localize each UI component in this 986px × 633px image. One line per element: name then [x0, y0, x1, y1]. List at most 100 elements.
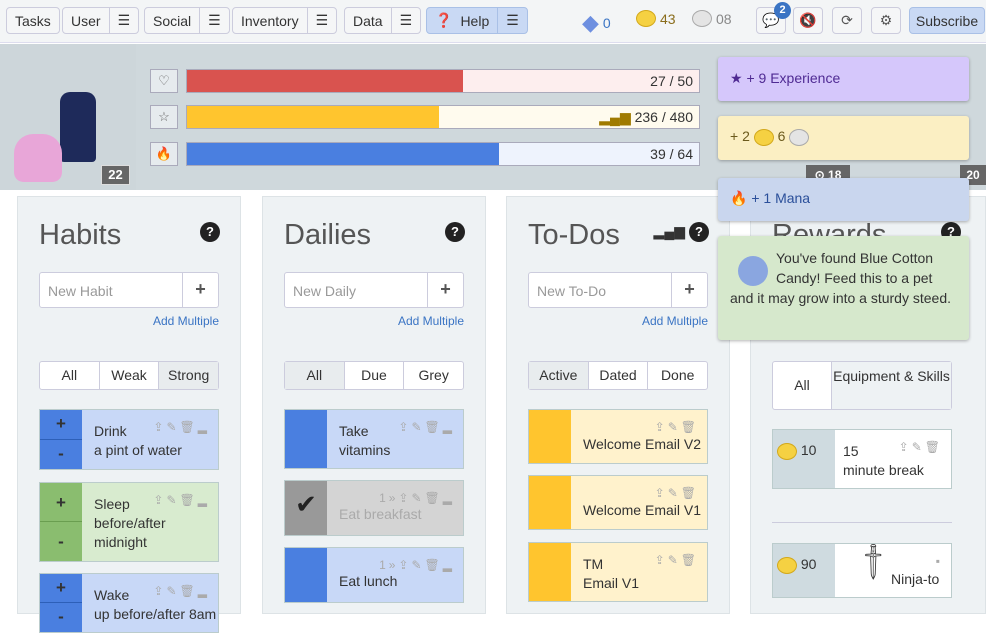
notification-drop[interactable]: You've found Blue Cotton Candy! Feed thi…	[718, 236, 969, 340]
add-multiple-link[interactable]: Add Multiple	[398, 314, 464, 328]
notification-gold[interactable]: + 2 6	[718, 116, 969, 160]
daily-task-completed[interactable]: ✔ Eat breakfast 1»⇪✎🗑▂	[284, 480, 464, 536]
filter-all[interactable]: All	[40, 362, 99, 389]
help-icon[interactable]: ?	[445, 222, 465, 242]
daily-filters: All Due Grey	[284, 361, 464, 390]
refresh-icon: ⟳	[841, 12, 853, 28]
filter-dated[interactable]: Dated	[587, 362, 648, 389]
filter-grey[interactable]: Grey	[403, 362, 463, 389]
todos-column: To-Dos ▂▄▆ ? New To-Do + Add Multiple Act…	[506, 196, 730, 614]
silver-coin-icon	[692, 10, 712, 27]
help-icon[interactable]: ?	[200, 222, 220, 242]
add-multiple-link[interactable]: Add Multiple	[642, 314, 708, 328]
daily-task[interactable]: Take vitamins ⇪✎🗑▂	[284, 409, 464, 469]
level-up-icon: ▂▄▆	[599, 109, 631, 125]
task-action-icons[interactable]: 1»⇪✎🗑▂	[379, 558, 455, 572]
mute-button[interactable]: 🔇	[793, 7, 823, 34]
nav-data[interactable]: Data ☰	[344, 7, 422, 34]
plus-button[interactable]: +	[40, 574, 82, 603]
task-action-icons[interactable]: ⇪✎🗑▂	[153, 420, 210, 434]
reward-item[interactable]: 90 🗡 Ninja-to ▪	[772, 539, 952, 598]
notification-experience[interactable]: ★ + 9 Experience	[718, 57, 969, 101]
filter-equipment-skills[interactable]: Equipment & Skills	[831, 362, 951, 409]
nav-social[interactable]: Social ☰	[144, 7, 230, 34]
star-icon: ★	[730, 70, 743, 86]
avatar[interactable]: 22	[0, 44, 136, 190]
plus-button[interactable]: +	[40, 483, 82, 522]
column-title: To-Dos	[528, 219, 620, 251]
nav-user[interactable]: User ☰	[62, 7, 140, 34]
todo-task[interactable]: TM Email V1 ⇪✎🗑	[528, 542, 708, 602]
filter-strong[interactable]: Strong	[158, 362, 219, 389]
todo-task[interactable]: Welcome Email V2 ⇪✎🗑	[528, 409, 708, 464]
checkbox[interactable]	[529, 543, 571, 601]
checkmark-icon[interactable]: ✔	[285, 481, 327, 535]
new-todo-input[interactable]: New To-Do +	[528, 272, 708, 308]
menu-icon[interactable]: ☰	[306, 8, 337, 33]
minus-button[interactable]: -	[40, 439, 82, 469]
add-multiple-link[interactable]: Add Multiple	[153, 314, 219, 328]
todo-task[interactable]: Welcome Email V1 ⇪✎🗑	[528, 475, 708, 530]
habits-column: Habits ? New Habit + Add Multiple All Weak…	[17, 196, 241, 633]
nav-inventory[interactable]: Inventory ☰	[232, 7, 338, 34]
add-button[interactable]: +	[671, 273, 707, 307]
reward-item[interactable]: 10 15 minute break ⇪✎🗑	[772, 429, 952, 489]
filter-all[interactable]: All	[285, 362, 344, 389]
minus-button[interactable]: -	[40, 522, 82, 561]
buy-button[interactable]: 90	[773, 544, 835, 597]
task-action-icons[interactable]: ⇪✎🗑	[655, 420, 699, 434]
habit-filters: All Weak Strong	[39, 361, 219, 390]
filter-done[interactable]: Done	[647, 362, 707, 389]
subscribe-button[interactable]: Subscribe	[909, 7, 985, 34]
task-action-icons[interactable]: ⇪✎🗑	[655, 486, 699, 500]
menu-icon[interactable]: ☰	[390, 8, 421, 33]
nav-help[interactable]: ❓ Help ☰	[426, 7, 528, 34]
xp-fill	[187, 106, 439, 128]
menu-icon[interactable]: ☰	[497, 8, 527, 33]
add-button[interactable]: +	[182, 273, 218, 307]
sync-button[interactable]: ⟳	[832, 7, 862, 34]
habit-task[interactable]: + - Sleep before/after midnight ⇪✎🗑▂	[39, 482, 219, 562]
settings-button[interactable]: ⚙	[871, 7, 901, 34]
gold: 43	[636, 10, 676, 27]
filter-weak[interactable]: Weak	[98, 362, 159, 389]
filter-active[interactable]: Active	[529, 362, 588, 389]
habit-task[interactable]: + - Drink a pint of water ⇪✎🗑▂	[39, 409, 219, 470]
filter-due[interactable]: Due	[343, 362, 404, 389]
new-daily-input[interactable]: New Daily +	[284, 272, 464, 308]
daily-task[interactable]: Eat lunch 1»⇪✎🗑▂	[284, 547, 464, 603]
help-icon[interactable]: ?	[689, 222, 709, 242]
notification-mana[interactable]: 🔥 + 1 Mana	[718, 178, 969, 221]
gear-icon: ⚙	[879, 12, 893, 28]
task-action-icons[interactable]: ⇪✎🗑▂	[398, 420, 455, 434]
todo-filters: Active Dated Done	[528, 361, 708, 390]
buy-button[interactable]: 10	[773, 430, 835, 488]
task-action-icons[interactable]: ⇪✎🗑	[655, 553, 699, 567]
checkbox[interactable]	[529, 410, 571, 463]
add-button[interactable]: +	[427, 273, 463, 307]
task-action-icons[interactable]: ⇪✎🗑▂	[153, 584, 210, 598]
task-action-icons[interactable]: ⇪✎🗑▂	[153, 493, 210, 507]
task-action-icons[interactable]: ⇪✎🗑	[899, 440, 943, 454]
plus-button[interactable]: +	[40, 410, 82, 440]
difficulty-icon[interactable]: ▂▄▆	[654, 223, 685, 240]
mana-icon: 🔥	[730, 190, 748, 206]
new-habit-input[interactable]: New Habit +	[39, 272, 219, 308]
mp-fill	[187, 143, 499, 165]
menu-icon[interactable]: ☰	[108, 8, 139, 33]
heart-icon: ♡	[150, 69, 178, 93]
habit-task[interactable]: + - Wake up before/after 8am ⇪✎🗑▂	[39, 573, 219, 633]
chat-button[interactable]: 💬 2	[756, 2, 791, 34]
checkbox[interactable]	[529, 476, 571, 529]
minus-button[interactable]: -	[40, 603, 82, 632]
menu-icon[interactable]: ☰	[199, 8, 229, 33]
gold-coin-icon	[753, 128, 774, 146]
task-action-icons[interactable]: 1»⇪✎🗑▂	[379, 491, 455, 505]
checkbox[interactable]	[285, 548, 327, 602]
filter-all[interactable]: All	[773, 362, 831, 409]
nav-tasks[interactable]: Tasks	[6, 7, 60, 34]
silver: 08	[692, 10, 732, 27]
checkbox[interactable]	[285, 410, 327, 468]
notes-icon[interactable]: ▪	[936, 554, 943, 568]
reward-filters: All Equipment & Skills	[772, 361, 952, 410]
